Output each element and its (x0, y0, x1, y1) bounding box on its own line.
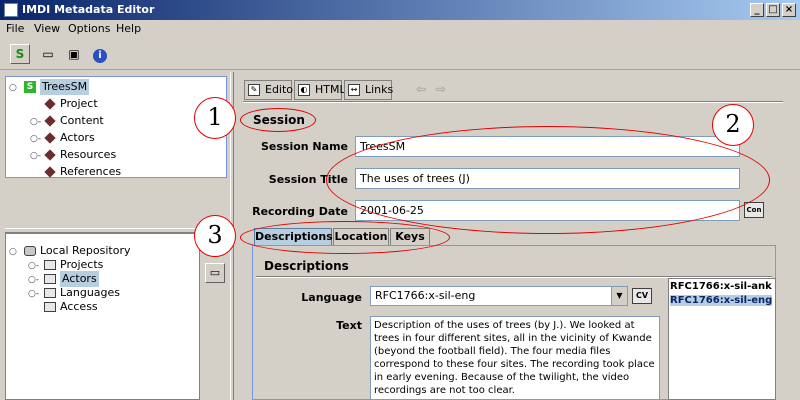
session-icon: S (15, 47, 25, 61)
tab-label: HTML (315, 83, 346, 96)
database-icon (24, 246, 36, 256)
toolbar: S ▭ ▣ i (0, 38, 800, 70)
node-icon (44, 115, 56, 127)
save-icon: ▣ (68, 47, 80, 61)
descriptions-heading: Descriptions (264, 259, 349, 273)
editor-icon: ✎ (248, 84, 260, 96)
node-icon (44, 149, 56, 161)
menu-view[interactable]: View (34, 22, 60, 35)
title-bar: IMDI Metadata Editor _ □ × (0, 0, 800, 20)
folder-icon (44, 302, 56, 312)
menu-file[interactable]: File (6, 22, 24, 35)
window-title: IMDI Metadata Editor (22, 3, 155, 16)
expander-icon[interactable]: ○- (30, 148, 41, 164)
folder-icon (44, 260, 56, 270)
tree-item-label: Access (60, 300, 98, 313)
separator (243, 101, 783, 103)
folder-icon (44, 288, 56, 298)
close-button[interactable]: × (782, 3, 796, 17)
chevron-down-icon[interactable]: ▼ (611, 287, 627, 305)
tab-links[interactable]: ↔ Links (344, 80, 394, 100)
folder-icon (44, 274, 56, 284)
tab-label: Editor (265, 83, 298, 96)
maximize-button[interactable]: □ (766, 3, 780, 17)
menu-bar: File View Options Help (0, 20, 800, 38)
node-icon (44, 98, 56, 110)
open-button[interactable]: ▭ (38, 44, 58, 64)
expander-icon[interactable]: ○ (9, 80, 17, 96)
tree-item-label: Project (60, 97, 98, 110)
callout-3: 3 (194, 215, 236, 257)
tree-item-label: Resources (60, 148, 117, 161)
forward-arrow-icon[interactable]: ⇨ (436, 82, 446, 96)
session-name-label: Session Name (260, 140, 348, 153)
menu-options[interactable]: Options (68, 22, 110, 35)
description-textarea[interactable]: Description of the uses of trees (by J.)… (370, 316, 660, 400)
annotation-ellipse-fields (326, 126, 770, 234)
tree-item-content[interactable]: ○- Content (8, 113, 208, 129)
tree-item-label: Content (60, 114, 104, 127)
tree-root-label: TreesSM (40, 79, 90, 95)
list-item[interactable]: RFC1766:x-sil-ank (670, 281, 772, 292)
app-icon (4, 3, 18, 17)
open-folder-icon: ▭ (42, 47, 54, 61)
tree-item-references[interactable]: References (8, 164, 208, 180)
open-folder-icon: ▭ (209, 266, 221, 279)
tree-item-resources[interactable]: ○- Resources (8, 147, 208, 163)
tab-html[interactable]: ◐ HTML (294, 80, 346, 100)
node-icon (44, 166, 56, 178)
tree-item-label: References (60, 165, 122, 178)
open-repository-button[interactable]: ▭ (205, 263, 225, 283)
cv-button[interactable]: CV (632, 288, 652, 304)
tab-label: Links (365, 83, 394, 96)
save-button[interactable]: ▣ (64, 44, 84, 64)
tree-item-access[interactable]: Access (8, 299, 198, 315)
language-select[interactable]: RFC1766:x-sil-eng ▼ (370, 286, 628, 306)
info-button[interactable]: i (90, 44, 110, 64)
back-arrow-icon[interactable]: ⇦ (416, 82, 426, 96)
minimize-button[interactable]: _ (750, 3, 764, 17)
language-list[interactable]: RFC1766:x-sil-ank RFC1766:x-sil-eng (668, 278, 776, 400)
date-controlled-vocab-button[interactable]: Con (744, 202, 764, 218)
text-label: Text (336, 319, 362, 332)
language-value: RFC1766:x-sil-eng (375, 289, 476, 302)
info-icon: i (93, 49, 107, 63)
expander-icon[interactable]: ○- (30, 114, 41, 130)
tree-item-label: Actors (60, 131, 95, 144)
new-session-button[interactable]: S (10, 44, 30, 64)
list-item[interactable]: RFC1766:x-sil-eng (670, 295, 773, 306)
tree-item-actors[interactable]: ○- Actors (8, 130, 208, 146)
node-icon (44, 132, 56, 144)
annotation-ellipse-session (240, 108, 316, 132)
expander-icon[interactable]: ○- (30, 131, 41, 147)
menu-help[interactable]: Help (116, 22, 141, 35)
html-icon: ◐ (298, 84, 310, 96)
repository-tree: ○ Local Repository ○- Projects ○- Actors… (5, 233, 200, 400)
tab-editor[interactable]: ✎ Editor (244, 80, 298, 100)
callout-2: 2 (712, 104, 754, 146)
language-label: Language (301, 291, 362, 304)
tree-item-project[interactable]: Project (8, 96, 208, 112)
annotation-ellipse-tabs (240, 221, 450, 254)
recording-date-label: Recording Date (252, 205, 348, 218)
links-icon: ↔ (348, 84, 360, 96)
callout-1: 1 (194, 97, 236, 139)
session-tree: ○ S TreesSM Project ○- Content ○- Actors… (5, 76, 227, 178)
session-icon: S (24, 81, 36, 93)
tree-root-session[interactable]: ○ S TreesSM (8, 79, 224, 95)
